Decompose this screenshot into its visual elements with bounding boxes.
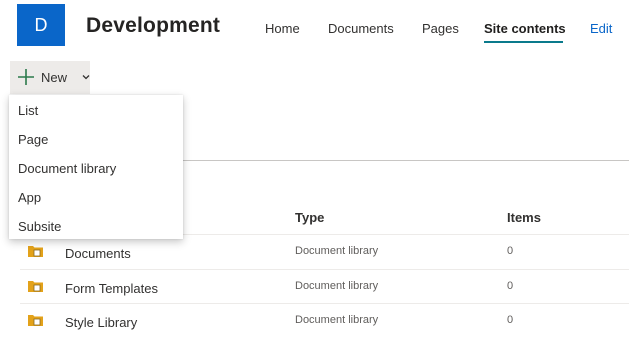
new-dropdown-menu: List Page Document library App Subsite (9, 95, 183, 239)
row-type: Document library (295, 245, 379, 257)
new-button[interactable]: New (10, 61, 90, 94)
site-logo[interactable]: D (17, 4, 65, 46)
plus-icon (18, 69, 34, 85)
chevron-down-icon (82, 75, 90, 80)
menu-item-document-library[interactable]: Document library (9, 154, 183, 182)
menu-item-label: Subsite (18, 219, 62, 234)
menu-item-list[interactable]: List (9, 96, 183, 124)
menu-item-label: App (18, 190, 42, 205)
row-name[interactable]: Style Library (65, 315, 137, 330)
section-divider (183, 160, 629, 161)
nav-edit[interactable]: Edit (590, 21, 612, 36)
command-bar (0, 60, 629, 96)
row-divider (20, 269, 629, 270)
row-name[interactable]: Form Templates (65, 281, 158, 296)
row-divider (20, 303, 629, 304)
nav-pages[interactable]: Pages (422, 21, 459, 36)
site-title[interactable]: Development (86, 14, 220, 38)
row-name[interactable]: Documents (65, 246, 131, 261)
row-type: Document library (295, 314, 379, 326)
nav-documents[interactable]: Documents (328, 21, 394, 36)
site-header: D Development Home Documents Pages Site … (0, 0, 629, 60)
row-type: Document library (295, 280, 379, 292)
menu-item-subsite[interactable]: Subsite (9, 212, 183, 240)
document-library-icon (28, 246, 43, 257)
site-logo-letter: D (34, 14, 48, 35)
menu-item-label: Document library (18, 161, 117, 176)
document-library-icon (28, 281, 43, 292)
menu-item-label: List (18, 103, 39, 118)
nav-site-contents[interactable]: Site contents (484, 21, 566, 36)
new-button-label: New (41, 70, 68, 85)
menu-item-page[interactable]: Page (9, 125, 183, 153)
nav-active-underline (484, 41, 563, 43)
menu-item-app[interactable]: App (9, 183, 183, 211)
nav-home[interactable]: Home (265, 21, 300, 36)
row-items: 0 (507, 314, 514, 326)
menu-item-label: Page (18, 132, 49, 147)
row-items: 0 (507, 245, 514, 257)
column-header-items[interactable]: Items (507, 210, 541, 225)
column-header-type[interactable]: Type (295, 210, 324, 225)
document-library-icon (28, 315, 43, 326)
row-items: 0 (507, 280, 514, 292)
